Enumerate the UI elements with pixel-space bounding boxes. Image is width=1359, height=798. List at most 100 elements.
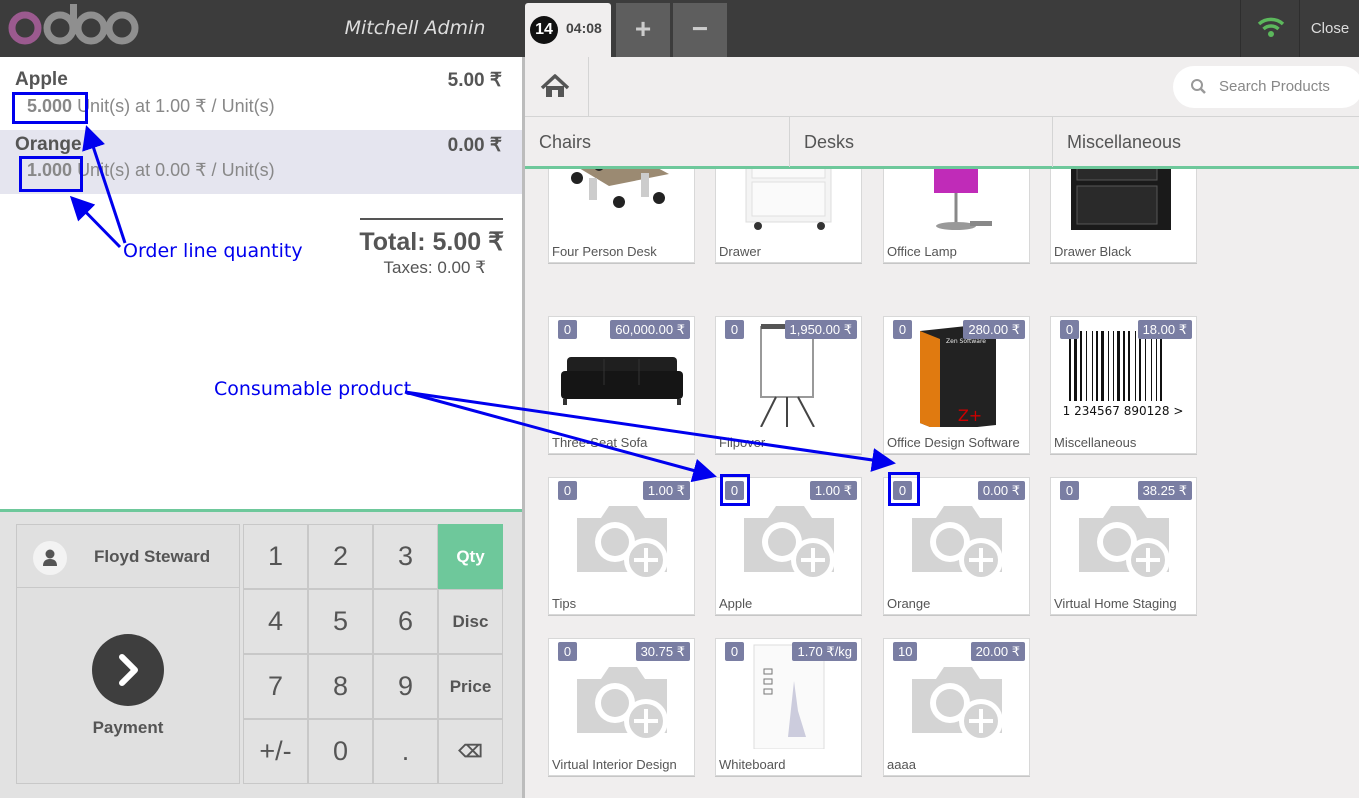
product-name: Virtual Home Staging (1054, 596, 1177, 611)
annotation-order-line-quantity: Order line quantity (123, 240, 303, 262)
search-input[interactable]: Search Products (1173, 66, 1359, 108)
numpad-key-digit[interactable]: +/- (243, 719, 308, 784)
action-pad: Floyd Steward Payment 1 2 3 Qty 4 5 6 Disc 7 8 9 Pr… (0, 509, 522, 798)
numpad-key-digit[interactable]: 0 (308, 719, 373, 784)
search-placeholder: Search Products (1219, 78, 1330, 95)
svg-text:Zen Software: Zen Software (946, 338, 986, 345)
product-stock-badge: 0 (893, 320, 912, 339)
product-grid: 023,500.00 ₹Four Person Desk303,645.00 ₹… (525, 169, 1359, 798)
product-pane: Search Products Chairs Desks Miscellaneo… (525, 57, 1359, 798)
numpad-key-digit[interactable]: 8 (308, 654, 373, 719)
product-price-tag: 30.75 ₹ (635, 642, 690, 661)
product-price-tag: 1.00 ₹ (809, 481, 857, 500)
product-stock-badge: 10 (893, 642, 918, 661)
category-desks[interactable]: Desks (790, 117, 1053, 167)
order-time: 04:08 (566, 20, 602, 36)
product-name: Apple (719, 596, 753, 611)
product-stock-badge: 0 (558, 642, 577, 661)
order-tab[interactable]: 14 04:08 (525, 3, 611, 57)
user-icon (33, 541, 67, 575)
product-card[interactable]: 025.00 ₹Drawer Black (1050, 169, 1197, 263)
product-stock-badge: 0 (1060, 481, 1079, 500)
product-name: Office Design Software (887, 435, 1020, 450)
home-button[interactable] (525, 57, 589, 117)
product-stock-badge: 0 (725, 320, 744, 339)
order-taxes: Taxes: 0.00 ₹ (383, 258, 486, 277)
numpad-key-⌫[interactable]: ⌫ (438, 719, 503, 784)
numpad-key-digit[interactable]: 1 (243, 524, 308, 589)
product-card[interactable]: 0 1,950.00 ₹ Flipover (715, 316, 862, 454)
product-card[interactable]: 1 234567 890128 > 0 18.00 ₹ Miscellaneous (1050, 316, 1197, 454)
product-card[interactable]: 0 1.70 ₹/kg Whiteboard (715, 638, 862, 776)
payment-label: Payment (92, 718, 164, 737)
product-price-tag: 1,950.00 ₹ (784, 320, 857, 339)
order-line-price: 0.00 ₹ (447, 135, 502, 156)
category-miscellaneous[interactable]: Miscellaneous (1053, 117, 1359, 167)
product-card[interactable]: 0 38.25 ₹ Virtual Home Staging (1050, 477, 1197, 615)
product-stock-badge: 0 (1060, 320, 1079, 339)
product-price-tag: 60,000.00 ₹ (610, 320, 690, 339)
order-line-price: 5.00 ₹ (447, 70, 502, 91)
user-name: Mitchell Admin (344, 17, 486, 39)
product-name: Four Person Desk (552, 244, 657, 259)
product-name: Drawer Black (1054, 244, 1132, 259)
annotation-box-orange-qty (19, 156, 83, 192)
product-name: Tips (552, 596, 577, 611)
order-line-unit-info: Unit(s) at 0.00 ₹ / Unit(s) (77, 160, 275, 180)
search-icon (1191, 79, 1206, 94)
add-order-button[interactable]: + (616, 3, 670, 57)
product-name: Flipover (719, 435, 766, 450)
product-card[interactable]: 0 60,000.00 ₹ Three-Seat Sofa (548, 316, 695, 454)
product-stock-badge: 0 (558, 481, 577, 500)
product-card[interactable]: 10 20.00 ₹ aaaa (883, 638, 1030, 776)
product-image (716, 169, 861, 236)
numpad-key-qty[interactable]: Qty (438, 524, 503, 589)
close-button[interactable]: Close (1301, 0, 1359, 57)
product-card[interactable]: 040.00 ₹Office Lamp (883, 169, 1030, 263)
product-name: Three-Seat Sofa (552, 435, 648, 450)
numpad-key-digit[interactable]: 3 (373, 524, 438, 589)
numpad-key-digit[interactable]: 4 (243, 589, 308, 654)
product-stock-badge: 0 (725, 642, 744, 661)
order-number-badge: 14 (530, 16, 558, 44)
numpad-key-digit[interactable]: 7 (243, 654, 308, 719)
product-price-tag: 20.00 ₹ (970, 642, 1025, 661)
product-card[interactable]: Zen Software Z+ 0 280.00 ₹ Office Design Sof… (883, 316, 1030, 454)
product-card[interactable]: 0 30.75 ₹ Virtual Interior Design (548, 638, 695, 776)
annotation-box-apple-qty (12, 92, 88, 124)
numpad-key-digit[interactable]: 9 (373, 654, 438, 719)
numpad-key-disc[interactable]: Disc (438, 589, 503, 654)
product-name: Drawer (719, 244, 761, 259)
numpad-key-digit[interactable]: 6 (373, 589, 438, 654)
numpad-key-digit[interactable]: . (373, 719, 438, 784)
numpad-key-digit[interactable]: 5 (308, 589, 373, 654)
product-stock-badge: 0 (558, 320, 577, 339)
numpad-key-digit[interactable]: 2 (308, 524, 373, 589)
customer-name: Floyd Steward (94, 547, 211, 566)
product-card[interactable]: 023,500.00 ₹Four Person Desk (548, 169, 695, 263)
annotation-consumable-product: Consumable product (214, 378, 412, 400)
chevron-right-icon (92, 634, 164, 706)
category-chairs[interactable]: Chairs (525, 117, 790, 167)
product-price-tag: 0.00 ₹ (977, 481, 1025, 500)
product-price-tag: 38.25 ₹ (1137, 481, 1192, 500)
product-card[interactable]: 0 1.00 ₹ Tips (548, 477, 695, 615)
product-card[interactable]: 303,645.00 ₹Drawer (715, 169, 862, 263)
numpad-key-price[interactable]: Price (438, 654, 503, 719)
payment-button[interactable]: Payment (16, 588, 240, 784)
svg-text:1 234567 890128 >: 1 234567 890128 > (1063, 404, 1184, 418)
remove-order-button[interactable]: − (673, 3, 727, 57)
product-price-tag: 280.00 ₹ (963, 320, 1025, 339)
total-divider (360, 218, 503, 220)
product-name: aaaa (887, 757, 916, 772)
annotation-box-orange-badge (888, 472, 920, 506)
order-total: Total: 5.00 ₹ (359, 228, 504, 256)
order-line-name: Orange (15, 134, 82, 155)
odoo-logo (5, 2, 145, 52)
order-line-unit-info: Unit(s) at 1.00 ₹ / Unit(s) (77, 96, 275, 116)
product-image (549, 169, 694, 236)
wifi-icon (1240, 0, 1300, 57)
order-line-name: Apple (15, 69, 68, 90)
customer-button[interactable]: Floyd Steward (16, 524, 240, 588)
top-bar: Mitchell Admin 14 04:08 + − Close (0, 0, 1359, 57)
